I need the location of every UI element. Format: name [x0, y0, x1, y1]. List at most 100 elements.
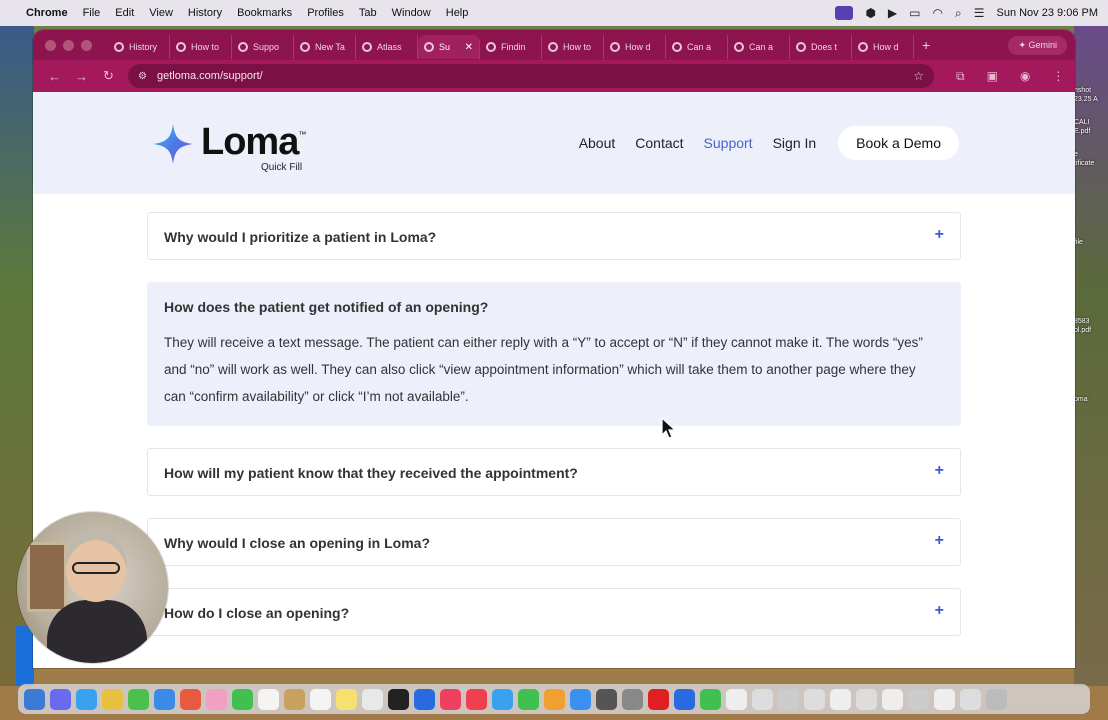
window-thumbnail-icon[interactable] — [778, 688, 799, 710]
battery-icon[interactable]: ▭ — [909, 6, 920, 20]
window-thumbnail-icon[interactable] — [934, 688, 955, 710]
faq-item[interactable]: Why would I prioritize a patient in Loma… — [147, 212, 961, 260]
faq-question[interactable]: Why would I prioritize a patient in Loma… — [164, 229, 436, 245]
wifi-icon[interactable]: ◠ — [933, 6, 943, 20]
tab-how-do-2[interactable]: How d — [852, 35, 914, 59]
document-icon[interactable] — [752, 688, 773, 710]
tab-how-to-1[interactable]: How to — [170, 35, 232, 59]
close-window-icon[interactable] — [45, 39, 56, 51]
search-icon[interactable]: ⌕ — [955, 6, 962, 21]
window-thumbnail-icon[interactable] — [908, 688, 929, 710]
system-settings-icon[interactable] — [596, 688, 617, 710]
pages-icon[interactable] — [544, 688, 565, 710]
menu-tab[interactable]: Tab — [359, 7, 377, 19]
desktop-file-label[interactable]: 23.25 A — [1074, 95, 1108, 104]
bookmark-star-icon[interactable]: ☆ — [913, 69, 924, 83]
freeform-icon[interactable] — [362, 688, 383, 710]
play-icon[interactable]: ▶ — [888, 6, 897, 20]
desktop-file-label[interactable]: nshot — [1074, 86, 1108, 95]
desktop-file-label[interactable]: ol.pdf — [1074, 326, 1108, 335]
tab-new-tab[interactable]: New Ta — [294, 35, 356, 59]
todo-icon[interactable] — [648, 688, 669, 710]
window-thumbnail-icon[interactable] — [960, 688, 981, 710]
back-icon[interactable]: ← — [41, 69, 68, 84]
photos-icon[interactable] — [206, 688, 227, 710]
reminders-icon[interactable] — [310, 688, 331, 710]
tab-loma-support-active[interactable]: Su ✕ — [418, 35, 480, 59]
settings-icon[interactable] — [414, 688, 435, 710]
tab-support[interactable]: Suppo — [232, 35, 294, 59]
app-status-icon[interactable]: ⬢ — [865, 6, 875, 20]
faq-item-expanded[interactable]: How does the patient get notified of an … — [147, 282, 961, 426]
finder-icon[interactable] — [24, 688, 45, 710]
profile-icon[interactable]: ◉ — [1020, 69, 1030, 83]
menu-profiles[interactable]: Profiles — [307, 7, 344, 19]
nav-contact[interactable]: Contact — [635, 135, 683, 151]
maps-icon[interactable] — [180, 688, 201, 710]
tab-can-a-1[interactable]: Can a — [666, 35, 728, 59]
window-thumbnail-icon[interactable] — [882, 688, 903, 710]
window-thumbnail-icon[interactable] — [830, 688, 851, 710]
document-icon[interactable] — [726, 688, 747, 710]
tab-does[interactable]: Does t — [790, 35, 852, 59]
desktop-file-label[interactable]: oma — [1074, 395, 1108, 404]
tab-finding[interactable]: Findin — [480, 35, 542, 59]
facetime-icon[interactable] — [232, 688, 253, 710]
forward-icon[interactable]: → — [68, 69, 95, 84]
maximize-window-icon[interactable] — [81, 39, 92, 51]
address-bar[interactable]: ⚙ getloma.com/support/ ☆ — [128, 64, 934, 88]
app-store-icon[interactable] — [570, 688, 591, 710]
tab-how-to-2[interactable]: How to — [542, 35, 604, 59]
preview-icon[interactable] — [622, 688, 643, 710]
faq-question[interactable]: How will my patient know that they recei… — [164, 465, 578, 481]
menu-edit[interactable]: Edit — [115, 7, 134, 19]
expand-plus-icon[interactable]: + — [935, 462, 944, 480]
faq-question[interactable]: Why would I close an opening in Loma? — [164, 535, 430, 551]
window-thumbnail-icon[interactable] — [804, 688, 825, 710]
tv-icon[interactable] — [388, 688, 409, 710]
tab-history[interactable]: History — [108, 35, 170, 59]
desktop-file-label[interactable]: e — [1074, 150, 1108, 159]
menu-app-name[interactable]: Chrome — [26, 7, 68, 19]
safari-icon[interactable] — [76, 688, 97, 710]
side-panel-icon[interactable]: ▣ — [987, 69, 998, 83]
nav-support[interactable]: Support — [704, 135, 753, 151]
site-info-icon[interactable]: ⚙ — [138, 71, 147, 82]
calendar-icon[interactable] — [258, 688, 279, 710]
menu-history[interactable]: History — [188, 7, 222, 19]
close-tab-icon[interactable]: ✕ — [465, 42, 473, 53]
chrome-icon[interactable] — [102, 688, 123, 710]
launchpad-icon[interactable] — [50, 688, 71, 710]
faq-question[interactable]: How do I close an opening? — [164, 605, 349, 621]
nav-about[interactable]: About — [579, 135, 616, 151]
nav-sign-in[interactable]: Sign In — [773, 135, 817, 151]
numbers-icon[interactable] — [518, 688, 539, 710]
book-demo-button[interactable]: Book a Demo — [838, 126, 959, 160]
more-menu-icon[interactable]: ⋮ — [1052, 69, 1064, 83]
desktop-file-label[interactable]: file — [1074, 238, 1108, 247]
desktop-file-label[interactable]: CALI — [1074, 118, 1108, 127]
expand-plus-icon[interactable]: + — [935, 532, 944, 550]
messages-icon[interactable] — [128, 688, 149, 710]
menu-bookmarks[interactable]: Bookmarks — [237, 7, 292, 19]
new-tab-icon[interactable]: + — [922, 37, 930, 53]
menu-file[interactable]: File — [83, 7, 101, 19]
webcam-overlay[interactable] — [17, 512, 168, 663]
desktop-file-label[interactable]: tificate — [1074, 159, 1108, 168]
facetime-alt-icon[interactable] — [700, 688, 721, 710]
zoom-icon[interactable] — [674, 688, 695, 710]
news-icon[interactable] — [466, 688, 487, 710]
contacts-icon[interactable] — [284, 688, 305, 710]
desktop-file-label[interactable]: E.pdf — [1074, 127, 1108, 136]
expand-plus-icon[interactable]: + — [935, 602, 944, 620]
faq-question[interactable]: How does the patient get notified of an … — [164, 299, 488, 315]
minimize-window-icon[interactable] — [63, 39, 74, 51]
menu-help[interactable]: Help — [446, 7, 469, 19]
trash-icon[interactable] — [986, 688, 1007, 710]
menu-window[interactable]: Window — [392, 7, 431, 19]
faq-item[interactable]: Why would I close an opening in Loma? + — [147, 518, 961, 566]
expand-plus-icon[interactable]: + — [935, 226, 944, 244]
tab-atlassian[interactable]: Atlass — [356, 35, 418, 59]
notes-icon[interactable] — [336, 688, 357, 710]
reload-icon[interactable]: ↻ — [95, 68, 122, 84]
